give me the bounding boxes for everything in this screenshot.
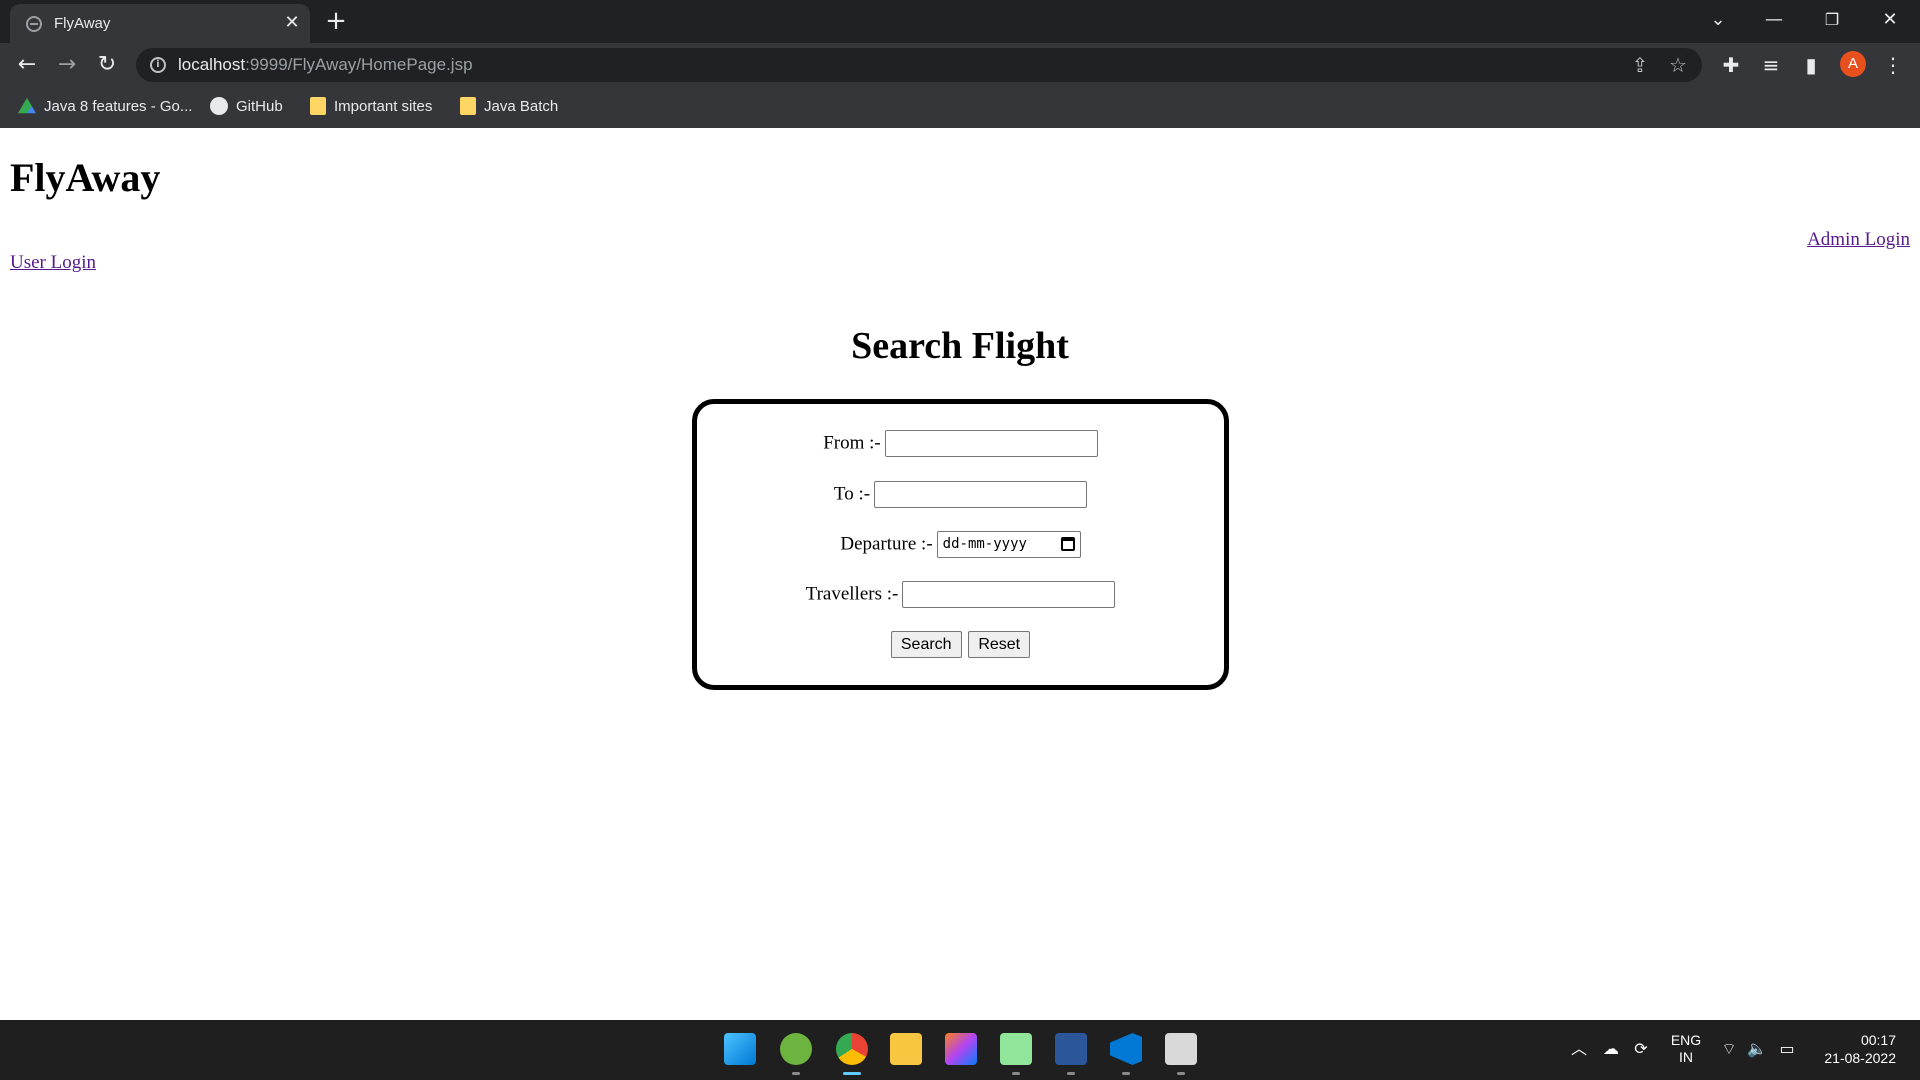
reset-button[interactable]: Reset <box>968 631 1031 658</box>
show-hidden-icons-chevron-icon[interactable]: ︿ <box>1568 1038 1590 1060</box>
bookmark-label: Important sites <box>334 98 433 115</box>
vscode-icon[interactable] <box>1110 1033 1142 1065</box>
travellers-row: Travellers :- <box>697 581 1224 608</box>
side-panel-icon[interactable]: ▮ <box>1798 52 1824 78</box>
menu-kebab-icon[interactable]: ⋮ <box>1880 52 1906 78</box>
bookmark-label: Java Batch <box>484 98 559 115</box>
search-button[interactable]: Search <box>890 631 962 658</box>
calendar-icon[interactable] <box>1060 537 1075 551</box>
file-explorer-icon[interactable] <box>890 1033 922 1065</box>
media-queue-icon[interactable]: ≡ <box>1758 52 1784 78</box>
bookmark-star-icon[interactable]: ☆ <box>1666 53 1690 77</box>
page-content: FlyAway Admin Login User Login Search Fl… <box>0 128 1920 1020</box>
url-path: :9999/FlyAway/HomePage.jsp <box>245 55 473 74</box>
to-input[interactable] <box>874 481 1088 508</box>
task-indicator <box>1122 1072 1130 1075</box>
travellers-label: Travellers :- <box>805 583 899 605</box>
task-indicator <box>792 1072 800 1075</box>
github-icon <box>210 97 228 116</box>
folder-icon <box>460 97 476 116</box>
sync-icon[interactable]: ⟳ <box>1630 1038 1652 1060</box>
onedrive-cloud-icon[interactable]: ☁ <box>1600 1038 1622 1060</box>
departure-label: Departure :- <box>840 533 933 555</box>
from-input[interactable] <box>884 430 1098 457</box>
task-indicator <box>1012 1072 1020 1075</box>
clock[interactable]: 00:17 21-08-2022 <box>1810 1031 1896 1067</box>
reload-icon[interactable]: ↻ <box>92 50 122 80</box>
language-code: ENG <box>1670 1032 1702 1048</box>
user-login-link[interactable]: User Login <box>10 252 96 274</box>
task-indicator-active <box>843 1072 861 1075</box>
bookmark-java8[interactable]: Java 8 features - Go... <box>18 96 192 118</box>
media-player-icon[interactable] <box>1165 1033 1197 1065</box>
back-arrow-icon[interactable]: ← <box>12 50 42 80</box>
admin-login-link[interactable]: Admin Login <box>1807 229 1910 251</box>
profile-avatar[interactable]: A <box>1840 51 1866 77</box>
share-icon[interactable]: ⇪ <box>1628 53 1652 77</box>
departure-date-input[interactable]: dd-mm-yyyy <box>936 531 1081 558</box>
task-indicator <box>1177 1072 1185 1075</box>
bookmark-java-batch[interactable]: Java Batch <box>460 96 558 118</box>
windows-start-icon[interactable] <box>724 1033 756 1065</box>
button-row: Search Reset <box>697 631 1224 658</box>
departure-row: Departure :- dd-mm-yyyy <box>697 531 1224 558</box>
folder-icon <box>310 97 326 116</box>
site-title: FlyAway <box>10 155 161 200</box>
date-placeholder: dd-mm-yyyy <box>942 536 1027 552</box>
bookmark-label: GitHub <box>236 98 283 115</box>
intellij-icon[interactable] <box>945 1033 977 1065</box>
forward-arrow-icon[interactable]: → <box>52 50 82 80</box>
close-window-button[interactable]: ✕ <box>1868 6 1912 34</box>
address-bar[interactable]: i localhost:9999/FlyAway/HomePage.jsp ⇪ … <box>136 48 1702 82</box>
bookmark-important-sites[interactable]: Important sites <box>310 96 432 118</box>
search-flight-form: From :- To :- Departure :- dd-mm-yyyy Tra… <box>692 399 1229 690</box>
browser-tab-strip: FlyAway ✕ + ⌄ — ❐ ✕ <box>0 0 1920 43</box>
restore-button[interactable]: ❐ <box>1810 6 1854 34</box>
battery-icon[interactable]: ▭ <box>1776 1038 1798 1060</box>
wifi-icon[interactable]: ⌔ <box>1718 1038 1740 1060</box>
spring-tools-icon[interactable] <box>780 1033 812 1065</box>
browser-toolbar: ← → ↻ i localhost:9999/FlyAway/HomePage.… <box>0 43 1920 86</box>
bookmark-label: Java 8 features - Go... <box>44 98 193 115</box>
to-row: To :- <box>697 481 1224 508</box>
search-flight-heading: Search Flight <box>851 325 1069 367</box>
from-row: From :- <box>697 430 1224 457</box>
globe-icon <box>26 16 42 32</box>
volume-icon[interactable]: 🔈 <box>1746 1038 1768 1060</box>
url-host: localhost <box>178 55 246 74</box>
extensions-puzzle-icon[interactable]: ✚ <box>1718 52 1744 78</box>
chrome-icon[interactable] <box>836 1033 868 1065</box>
site-info-icon[interactable]: i <box>150 57 166 73</box>
region-code: IN <box>1679 1049 1693 1065</box>
from-label: From :- <box>823 432 881 454</box>
word-icon[interactable] <box>1055 1033 1087 1065</box>
language-indicator[interactable]: ENG IN <box>1668 1032 1704 1066</box>
tab-title: FlyAway <box>54 15 111 32</box>
bookmarks-bar: Java 8 features - Go... GitHub Important… <box>0 86 1920 128</box>
clock-date: 21-08-2022 <box>1824 1050 1896 1066</box>
tab-search-chevron-icon[interactable]: ⌄ <box>1696 6 1740 34</box>
travellers-input[interactable] <box>902 581 1116 608</box>
minimize-button[interactable]: — <box>1752 6 1796 34</box>
to-label: To :- <box>833 483 871 505</box>
browser-tab[interactable]: FlyAway ✕ <box>10 4 310 43</box>
notepad-plus-icon[interactable] <box>1000 1033 1032 1065</box>
clock-time: 00:17 <box>1860 1032 1896 1048</box>
close-tab-icon[interactable]: ✕ <box>280 11 304 35</box>
new-tab-button[interactable]: + <box>322 8 350 36</box>
task-indicator <box>1067 1072 1075 1075</box>
url-text[interactable]: localhost:9999/FlyAway/HomePage.jsp <box>178 55 473 75</box>
windows-taskbar: ︿ ☁ ⟳ ENG IN ⌔ 🔈 ▭ 00:17 21-08-2022 <box>0 1020 1920 1080</box>
google-drive-icon <box>18 97 36 114</box>
bookmark-github[interactable]: GitHub <box>210 96 283 118</box>
